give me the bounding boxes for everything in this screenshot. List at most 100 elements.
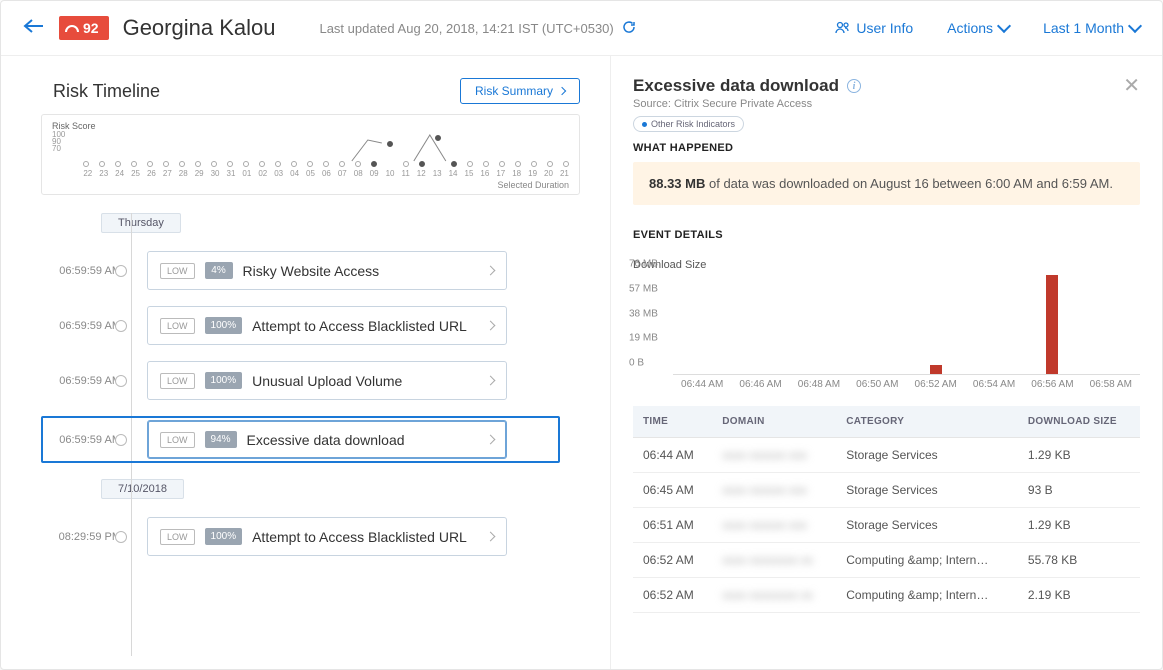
y-tick: 57 MB <box>629 283 658 294</box>
chevron-right-icon <box>486 266 496 276</box>
cell-size: 93 B <box>1018 473 1140 508</box>
event-card[interactable]: LOW 100% Attempt to Access Blacklisted URL <box>147 306 507 345</box>
x-tick: 06:52 AM <box>907 379 965 390</box>
cell-time: 06:51 AM <box>633 508 712 543</box>
timeline-event[interactable]: 06:59:59 AMLOW94%Excessive data download <box>41 416 560 463</box>
x-tick: 06:54 AM <box>965 379 1023 390</box>
event-label: Attempt to Access Blacklisted URL <box>252 318 477 334</box>
cell-time: 06:52 AM <box>633 578 712 613</box>
timeline-node <box>115 320 127 332</box>
table-row[interactable]: 06:45 AMxxxx xxxxxx xxxStorage Services9… <box>633 473 1140 508</box>
cell-category: Computing &amp; Intern… <box>836 543 1018 578</box>
x-tick: 06:56 AM <box>1023 379 1081 390</box>
cell-domain: xxxx xxxxxxxx xx <box>712 578 836 613</box>
event-card[interactable]: LOW4%Risky Website Access <box>147 251 507 290</box>
app-frame: 92 Georgina Kalou Last updated Aug 20, 2… <box>0 0 1163 670</box>
cell-category: Storage Services <box>836 473 1018 508</box>
x-tick: 06:58 AM <box>1082 379 1140 390</box>
table-row[interactable]: 06:51 AMxxxx xxxxxx xxxStorage Services1… <box>633 508 1140 543</box>
chart-bar <box>1046 275 1058 374</box>
x-tick: 06:46 AM <box>731 379 789 390</box>
chevron-right-icon <box>486 321 496 331</box>
risk-score-badge: 92 <box>59 16 109 40</box>
event-label: Unusual Upload Volume <box>252 373 477 389</box>
day-separator: Thursday <box>101 213 181 233</box>
timeline-node <box>115 434 127 446</box>
event-card[interactable]: LOW94%Excessive data download <box>147 420 507 459</box>
chevron-right-icon <box>486 376 496 386</box>
chevron-right-icon <box>558 87 566 95</box>
timeline-list: Thursday 06:59:59 AM LOW4%Risky Website Ac… <box>1 213 610 556</box>
table-header: TIME <box>633 406 712 438</box>
header: 92 Georgina Kalou Last updated Aug 20, 2… <box>1 1 1162 56</box>
event-time: 06:59:59 AM <box>53 265 121 277</box>
event-time: 08:29:59 PM <box>53 531 121 543</box>
x-tick: 06:50 AM <box>848 379 906 390</box>
detail-source: Source: Citrix Secure Private Access <box>633 98 861 110</box>
risk-summary-button[interactable]: Risk Summary <box>460 78 580 104</box>
x-tick: 06:44 AM <box>673 379 731 390</box>
close-button[interactable]: ✕ <box>1123 76 1140 96</box>
y-tick: 76 MB <box>629 259 658 270</box>
cell-time: 06:44 AM <box>633 438 712 473</box>
risk-indicator-pill[interactable]: Other Risk Indicators <box>633 116 744 132</box>
cell-domain: xxxx xxxxxx xxx <box>712 473 836 508</box>
percent-badge: 100% <box>205 528 243 545</box>
cell-domain: xxxx xxxxxxxx xx <box>712 543 836 578</box>
user-name: Georgina Kalou <box>123 15 276 41</box>
severity-badge: LOW <box>160 373 195 389</box>
percent-badge: 100% <box>205 317 243 334</box>
x-tick: 06:48 AM <box>790 379 848 390</box>
cell-size: 55.78 KB <box>1018 543 1140 578</box>
table-header: DOWNLOAD SIZE <box>1018 406 1140 438</box>
table-header: CATEGORY <box>836 406 1018 438</box>
table-row[interactable]: 06:44 AMxxxx xxxxxx xxxStorage Services1… <box>633 438 1140 473</box>
severity-badge: LOW <box>160 263 195 279</box>
risk-score-value: 92 <box>83 20 99 36</box>
cell-size: 2.19 KB <box>1018 578 1140 613</box>
chevron-right-icon <box>486 435 496 445</box>
info-icon[interactable]: i <box>847 79 861 93</box>
severity-badge: LOW <box>160 432 195 448</box>
event-label: Attempt to Access Blacklisted URL <box>252 529 477 545</box>
timeline-node <box>115 531 127 543</box>
cell-category: Storage Services <box>836 508 1018 543</box>
timeline-event[interactable]: 06:59:59 AM LOW100%Unusual Upload Volume <box>53 361 610 400</box>
cell-domain: xxxx xxxxxx xxx <box>712 508 836 543</box>
actions-dropdown[interactable]: Actions <box>947 20 1009 36</box>
time-range-dropdown[interactable]: Last 1 Month <box>1043 20 1140 36</box>
cell-time: 06:45 AM <box>633 473 712 508</box>
event-details-table: TIMEDOMAINCATEGORYDOWNLOAD SIZE 06:44 AM… <box>633 406 1140 613</box>
refresh-icon[interactable] <box>622 20 636 37</box>
table-row[interactable]: 06:52 AMxxxx xxxxxxxx xxComputing &amp; … <box>633 578 1140 613</box>
day-separator: 7/10/2018 <box>101 479 184 499</box>
percent-badge: 94% <box>205 431 237 448</box>
what-happened-banner: 88.33 MB of data was downloaded on Augus… <box>633 162 1140 205</box>
event-card[interactable]: LOW100%Attempt to Access Blacklisted URL <box>147 517 507 556</box>
event-time: 06:59:59 AM <box>53 375 121 387</box>
event-time: 06:59:59 AM <box>53 434 121 446</box>
cell-category: Computing &amp; Intern… <box>836 578 1018 613</box>
event-details-label: EVENT DETAILS <box>633 229 1140 241</box>
last-updated: Last updated Aug 20, 2018, 14:21 IST (UT… <box>319 20 635 37</box>
cell-domain: xxxx xxxxxx xxx <box>712 438 836 473</box>
back-button[interactable] <box>23 18 45 39</box>
risk-timeline-title: Risk Timeline <box>53 81 160 102</box>
timeline-event[interactable]: 08:29:59 PMLOW100%Attempt to Access Blac… <box>53 517 610 556</box>
risk-score-minichart[interactable]: Risk Score 1009070 222324252627282930310… <box>41 114 580 195</box>
user-info-link[interactable]: User Info <box>834 20 913 36</box>
event-time: 06:59:59 AM <box>53 320 121 332</box>
timeline-event[interactable]: 06:59:59 AM LOW4%Risky Website Access <box>53 251 610 290</box>
event-card[interactable]: LOW100%Unusual Upload Volume <box>147 361 507 400</box>
severity-badge: LOW <box>160 318 195 334</box>
table-row[interactable]: 06:52 AMxxxx xxxxxxxx xxComputing &amp; … <box>633 543 1140 578</box>
cell-category: Storage Services <box>836 438 1018 473</box>
y-tick: 0 B <box>629 358 644 369</box>
timeline-event[interactable]: 06:59:59 AM LOW 100% Attempt to Access Blac… <box>53 306 610 345</box>
download-size-chart: 0 B19 MB38 MB57 MB76 MB <box>673 275 1140 375</box>
what-happened-label: WHAT HAPPENED <box>633 142 1140 154</box>
y-tick: 19 MB <box>629 333 658 344</box>
chevron-down-icon <box>997 19 1011 33</box>
chart-title: Download Size <box>633 259 1140 271</box>
cell-size: 1.29 KB <box>1018 438 1140 473</box>
